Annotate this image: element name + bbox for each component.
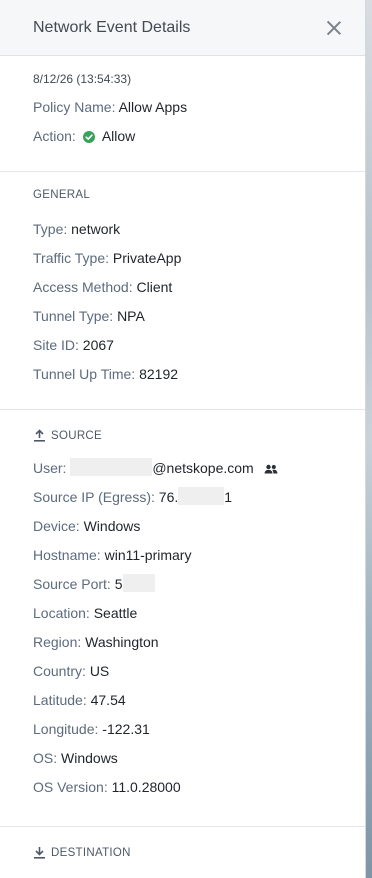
device-value: Windows bbox=[83, 518, 141, 534]
user-row: User: @netskope.com bbox=[33, 458, 345, 487]
general-section-title: GENERAL bbox=[33, 189, 91, 201]
redacted-username bbox=[70, 458, 153, 476]
location-label: Location: bbox=[33, 605, 90, 621]
os-value: Windows bbox=[61, 750, 118, 766]
os-row: OS: Windows bbox=[33, 748, 345, 777]
policy-name-value: Allow Apps bbox=[118, 99, 188, 115]
latitude-value: 47.54 bbox=[90, 692, 126, 708]
tunnel-up-time-label: Tunnel Up Time: bbox=[33, 366, 136, 382]
source-section-title: SOURCE bbox=[51, 429, 103, 442]
upload-icon bbox=[34, 429, 45, 442]
users-icon[interactable] bbox=[264, 464, 278, 474]
close-icon[interactable] bbox=[323, 17, 345, 39]
source-port-value: 5 bbox=[114, 576, 123, 592]
user-value: @netskope.com bbox=[152, 460, 254, 476]
destination-section-title: DESTINATION bbox=[51, 846, 131, 859]
country-row: Country: US bbox=[33, 661, 345, 690]
os-version-value: 11.0.28000 bbox=[111, 779, 181, 795]
latitude-row: Latitude: 47.54 bbox=[33, 690, 345, 719]
site-id-label: Site ID: bbox=[33, 337, 79, 353]
redacted-ip bbox=[178, 487, 225, 505]
longitude-label: Longitude: bbox=[33, 721, 99, 737]
panel-title: Network Event Details bbox=[33, 18, 191, 36]
tunnel-type-label: Tunnel Type: bbox=[33, 308, 114, 324]
os-label: OS: bbox=[33, 750, 58, 766]
hostname-label: Hostname: bbox=[33, 547, 101, 563]
country-label: Country: bbox=[33, 663, 86, 679]
tunnel-type-value: NPA bbox=[117, 308, 145, 324]
access-method-value: Client bbox=[136, 279, 173, 295]
user-label: User: bbox=[33, 460, 67, 476]
type-value: network bbox=[71, 221, 121, 237]
traffic-type-label: Traffic Type: bbox=[33, 250, 109, 266]
tunnel-type-row: Tunnel Type: NPA bbox=[33, 306, 345, 335]
access-method-label: Access Method: bbox=[33, 279, 133, 295]
source-port-label: Source Port: bbox=[33, 576, 111, 592]
source-section-header: SOURCE bbox=[33, 429, 345, 442]
source-ip-row: Source IP (Egress): 76. 1 bbox=[33, 487, 345, 516]
panel-header: Network Event Details bbox=[0, 0, 365, 56]
traffic-type-row: Traffic Type: PrivateApp bbox=[33, 248, 345, 277]
tunnel-up-time-row: Tunnel Up Time: 82192 bbox=[33, 364, 345, 393]
longitude-row: Longitude: -122.31 bbox=[33, 719, 345, 748]
access-method-row: Access Method: Client bbox=[33, 277, 345, 306]
tunnel-up-time-value: 82192 bbox=[139, 366, 179, 382]
location-value: Seattle bbox=[93, 605, 138, 621]
destination-section: DESTINATION bbox=[0, 827, 365, 859]
longitude-value: -122.31 bbox=[102, 721, 150, 737]
event-timestamp: 8/12/26 (13:54:33) bbox=[33, 72, 132, 86]
policy-name-row: Policy Name: Allow Apps bbox=[33, 97, 345, 126]
device-label: Device: bbox=[33, 518, 80, 534]
event-details-panel: Network Event Details 8/12/26 (13:54:33)… bbox=[0, 0, 366, 878]
hostname-value: win11-primary bbox=[104, 547, 192, 563]
os-version-row: OS Version: 11.0.28000 bbox=[33, 777, 345, 806]
source-section: SOURCE User: @netskope.com Source IP (Eg… bbox=[0, 410, 365, 827]
region-label: Region: bbox=[33, 634, 82, 650]
os-version-label: OS Version: bbox=[33, 779, 108, 795]
download-icon bbox=[34, 847, 45, 859]
latitude-label: Latitude: bbox=[33, 692, 87, 708]
device-row: Device: Windows bbox=[33, 516, 345, 545]
action-label: Action: bbox=[33, 128, 76, 144]
redacted-port bbox=[122, 574, 155, 592]
region-value: Washington bbox=[85, 634, 159, 650]
summary-section: 8/12/26 (13:54:33) Policy Name: Allow Ap… bbox=[0, 56, 365, 172]
source-ip-suffix: 1 bbox=[224, 489, 233, 505]
type-label: Type: bbox=[33, 221, 68, 237]
country-value: US bbox=[89, 663, 110, 679]
action-row: Action: Allow bbox=[33, 126, 345, 155]
hostname-row: Hostname: win11-primary bbox=[33, 545, 345, 574]
background-strip bbox=[366, 0, 372, 878]
traffic-type-value: PrivateApp bbox=[112, 250, 182, 266]
general-section: GENERAL Type: network Traffic Type: Priv… bbox=[0, 172, 365, 410]
source-ip-label: Source IP (Egress): bbox=[33, 489, 155, 505]
source-port-row: Source Port: 5 bbox=[33, 574, 345, 603]
location-row: Location: Seattle bbox=[33, 603, 345, 632]
site-id-value: 2067 bbox=[82, 337, 114, 353]
action-value: Allow bbox=[101, 128, 136, 144]
site-id-row: Site ID: 2067 bbox=[33, 335, 345, 364]
policy-name-label: Policy Name: bbox=[33, 99, 116, 115]
type-row: Type: network bbox=[33, 219, 345, 248]
check-circle-icon bbox=[82, 131, 95, 143]
source-ip-prefix: 76. bbox=[158, 489, 179, 505]
region-row: Region: Washington bbox=[33, 632, 345, 661]
destination-section-header: DESTINATION bbox=[33, 846, 345, 859]
